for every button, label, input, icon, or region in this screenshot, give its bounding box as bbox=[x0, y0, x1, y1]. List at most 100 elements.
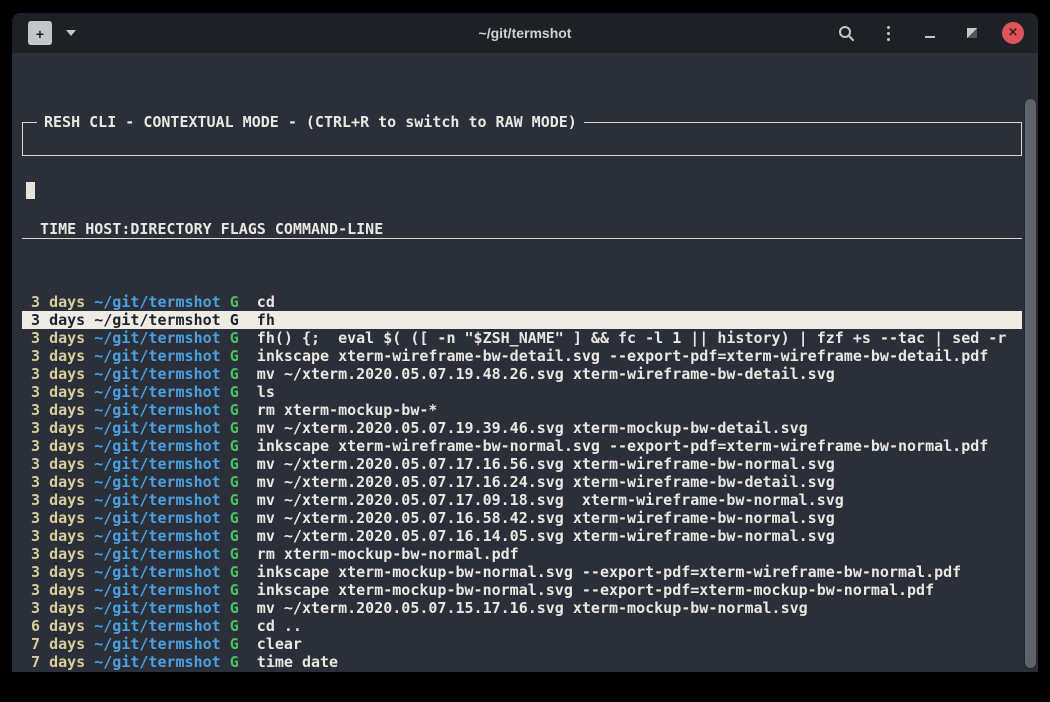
close-icon: × bbox=[1008, 26, 1019, 39]
row-command: mv ~/xterm.2020.05.07.16.58.42.svg xterm… bbox=[257, 509, 835, 527]
history-row[interactable]: 3 days ~/git/termshot G mv ~/xterm.2020.… bbox=[22, 419, 1022, 437]
row-time: 3 days bbox=[31, 599, 85, 617]
history-row[interactable]: 3 days ~/git/termshot G rm xterm-mockup-… bbox=[22, 545, 1022, 563]
titlebar[interactable]: + ~/git/termshot × bbox=[12, 13, 1038, 53]
row-host-directory: ~/git/termshot bbox=[94, 329, 220, 347]
minimize-icon bbox=[925, 36, 935, 38]
history-row[interactable]: 3 days ~/git/termshot G fh bbox=[22, 311, 1022, 329]
terminal-content: RESH CLI - CONTEXTUAL MODE - (CTRL+R to … bbox=[12, 53, 1038, 672]
search-icon bbox=[838, 25, 855, 42]
history-row[interactable]: 3 days ~/git/termshot G inkscape xterm-m… bbox=[22, 581, 1022, 599]
history-row[interactable]: 3 days ~/git/termshot G mv ~/xterm.2020.… bbox=[22, 509, 1022, 527]
row-host-directory: ~/git/termshot bbox=[94, 293, 220, 311]
row-command: time date bbox=[257, 653, 338, 671]
close-button[interactable]: × bbox=[1002, 22, 1024, 44]
history-row[interactable]: 3 days ~/git/termshot G rm xterm-mockup-… bbox=[22, 401, 1022, 419]
row-flags: G bbox=[230, 329, 239, 347]
row-host-directory: ~/git/termshot bbox=[94, 617, 220, 635]
row-host-directory: ~/git/termshot bbox=[94, 437, 220, 455]
row-host-directory: ~/git/termshot bbox=[94, 491, 220, 509]
restore-button[interactable] bbox=[960, 21, 984, 45]
row-host-directory: ~/git/termshot bbox=[94, 527, 220, 545]
history-row[interactable]: 3 days ~/git/termshot G mv ~/xterm.2020.… bbox=[22, 365, 1022, 383]
plus-icon: + bbox=[36, 27, 44, 41]
row-host-directory: ~/git/termshot bbox=[94, 365, 220, 383]
history-row[interactable]: 3 days ~/git/termshot G cd bbox=[22, 293, 1022, 311]
row-time: 3 days bbox=[31, 473, 85, 491]
row-time: 3 days bbox=[31, 365, 85, 383]
row-flags: G bbox=[230, 347, 239, 365]
row-command: inkscape xterm-mockup-bw-normal.svg --ex… bbox=[257, 581, 934, 599]
search-panel-title: RESH CLI - CONTEXTUAL MODE - (CTRL+R to … bbox=[37, 113, 584, 131]
scrollbar[interactable] bbox=[1024, 98, 1037, 669]
history-row[interactable]: 7 days ~/git/termshot G time x=1 bbox=[22, 671, 1022, 672]
row-time: 3 days bbox=[31, 455, 85, 473]
row-host-directory: ~/git/termshot bbox=[94, 401, 220, 419]
row-time: 3 days bbox=[31, 563, 85, 581]
row-time: 3 days bbox=[31, 329, 85, 347]
row-flags: G bbox=[230, 671, 239, 672]
row-host-directory: ~/git/termshot bbox=[94, 599, 220, 617]
history-row[interactable]: 3 days ~/git/termshot G ls bbox=[22, 383, 1022, 401]
row-time: 6 days bbox=[31, 617, 85, 635]
row-flags: G bbox=[230, 509, 239, 527]
row-time: 3 days bbox=[31, 347, 85, 365]
history-row[interactable]: 3 days ~/git/termshot G mv ~/xterm.2020.… bbox=[22, 455, 1022, 473]
history-row[interactable]: 7 days ~/git/termshot G clear bbox=[22, 635, 1022, 653]
history-row[interactable]: 3 days ~/git/termshot G mv ~/xterm.2020.… bbox=[22, 473, 1022, 491]
search-button[interactable] bbox=[834, 21, 858, 45]
history-row[interactable]: 3 days ~/git/termshot G fh() {; eval $( … bbox=[22, 329, 1022, 347]
new-tab-button[interactable]: + bbox=[28, 21, 52, 45]
row-command: fh bbox=[257, 311, 275, 329]
history-row[interactable]: 7 days ~/git/termshot G time date bbox=[22, 653, 1022, 671]
row-flags: G bbox=[230, 419, 239, 437]
history-row[interactable]: 3 days ~/git/termshot G inkscape xterm-w… bbox=[22, 347, 1022, 365]
scrollbar-thumb[interactable] bbox=[1025, 99, 1036, 668]
row-flags: G bbox=[230, 311, 239, 329]
row-command: mv ~/xterm.2020.05.07.16.14.05.svg xterm… bbox=[257, 527, 835, 545]
search-input[interactable]: RESH CLI - CONTEXTUAL MODE - (CTRL+R to … bbox=[22, 122, 1022, 156]
row-host-directory: ~/git/termshot bbox=[94, 383, 220, 401]
row-command: cd bbox=[257, 293, 275, 311]
row-command: rm xterm-mockup-bw-normal.pdf bbox=[257, 545, 519, 563]
row-command: inkscape xterm-mockup-bw-normal.svg --ex… bbox=[257, 563, 961, 581]
row-host-directory: ~/git/termshot bbox=[94, 563, 220, 581]
minimize-button[interactable] bbox=[918, 21, 942, 45]
row-time: 3 days bbox=[31, 545, 85, 563]
menu-button[interactable] bbox=[876, 21, 900, 45]
row-command: clear bbox=[257, 635, 302, 653]
row-flags: G bbox=[230, 527, 239, 545]
history-row[interactable]: 3 days ~/git/termshot G inkscape xterm-m… bbox=[22, 563, 1022, 581]
row-flags: G bbox=[230, 437, 239, 455]
history-row[interactable]: 3 days ~/git/termshot G inkscape xterm-w… bbox=[22, 437, 1022, 455]
row-time: 3 days bbox=[31, 491, 85, 509]
text-cursor bbox=[26, 182, 35, 199]
row-host-directory: ~/git/termshot bbox=[94, 347, 220, 365]
row-host-directory: ~/git/termshot bbox=[94, 473, 220, 491]
history-row[interactable]: 3 days ~/git/termshot G mv ~/xterm.2020.… bbox=[22, 527, 1022, 545]
row-host-directory: ~/git/termshot bbox=[94, 581, 220, 599]
row-command: mv ~/xterm.2020.05.07.17.16.56.svg xterm… bbox=[257, 455, 835, 473]
row-flags: G bbox=[230, 383, 239, 401]
row-command: ls bbox=[257, 383, 275, 401]
row-host-directory: ~/git/termshot bbox=[94, 545, 220, 563]
history-row[interactable]: 3 days ~/git/termshot G mv ~/xterm.2020.… bbox=[22, 491, 1022, 509]
row-command: inkscape xterm-wireframe-bw-normal.svg -… bbox=[257, 437, 989, 455]
row-command: mv ~/xterm.2020.05.07.17.09.18.svg xterm… bbox=[257, 491, 844, 509]
row-host-directory: ~/git/termshot bbox=[94, 509, 220, 527]
chevron-down-icon[interactable] bbox=[66, 30, 76, 36]
row-flags: G bbox=[230, 653, 239, 671]
row-host-directory: ~/git/termshot bbox=[94, 419, 220, 437]
row-command: mv ~/xterm.2020.05.07.19.48.26.svg xterm… bbox=[257, 365, 835, 383]
row-flags: G bbox=[230, 617, 239, 635]
history-row[interactable]: 6 days ~/git/termshot G cd .. bbox=[22, 617, 1022, 635]
row-time: 7 days bbox=[31, 635, 85, 653]
row-host-directory: ~/git/termshot bbox=[94, 671, 220, 672]
kebab-menu-icon bbox=[887, 26, 890, 41]
row-flags: G bbox=[230, 473, 239, 491]
history-row[interactable]: 3 days ~/git/termshot G mv ~/xterm.2020.… bbox=[22, 599, 1022, 617]
row-command: mv ~/xterm.2020.05.07.17.16.24.svg xterm… bbox=[257, 473, 835, 491]
history-table-body: 3 days ~/git/termshot G cd3 days ~/git/t… bbox=[22, 293, 1022, 672]
row-host-directory: ~/git/termshot bbox=[94, 311, 220, 329]
row-command: cd .. bbox=[257, 617, 302, 635]
